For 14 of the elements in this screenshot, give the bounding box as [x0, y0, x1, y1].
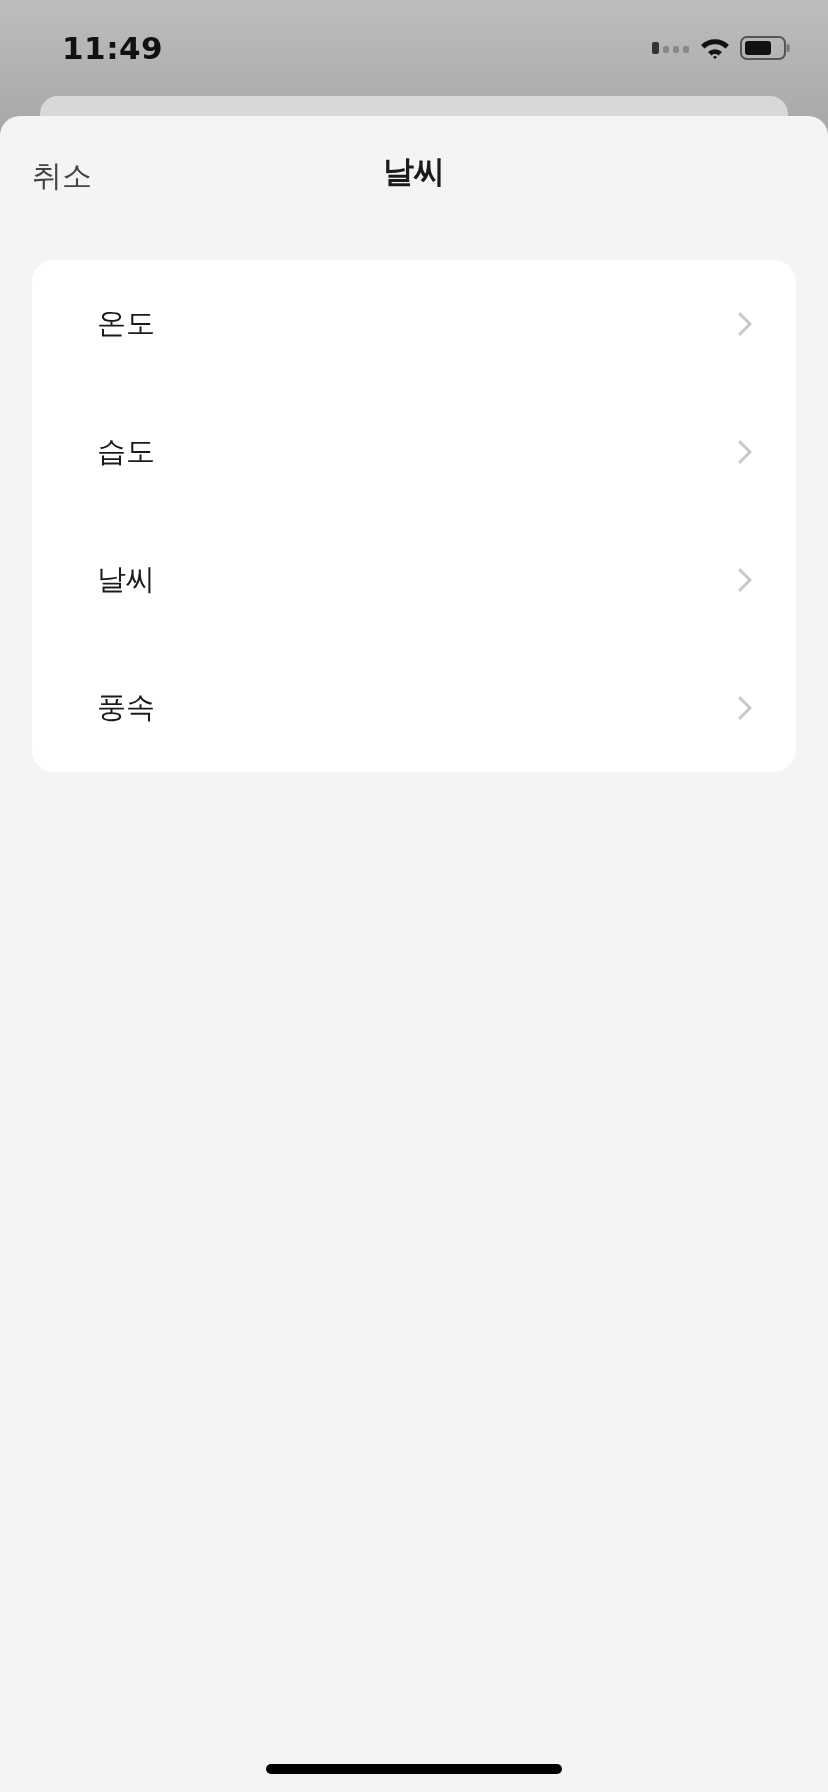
battery-icon — [740, 36, 790, 60]
signal-icon — [652, 41, 690, 55]
chevron-icon — [738, 696, 752, 720]
chevron-icon — [738, 312, 752, 336]
wifi-icon — [700, 37, 730, 59]
cancel-button[interactable]: 취소 — [30, 152, 94, 201]
sheet-title: 날씨 — [383, 152, 445, 191]
list-item[interactable]: 습도 — [32, 388, 796, 516]
list-item[interactable]: 온도 — [32, 260, 796, 388]
chevron-icon — [738, 440, 752, 464]
chevron-icon — [738, 568, 752, 592]
list-item[interactable]: 풍속 — [32, 644, 796, 772]
status-time: 11:49 — [62, 30, 164, 66]
list-item[interactable]: 날씨 — [32, 516, 796, 644]
